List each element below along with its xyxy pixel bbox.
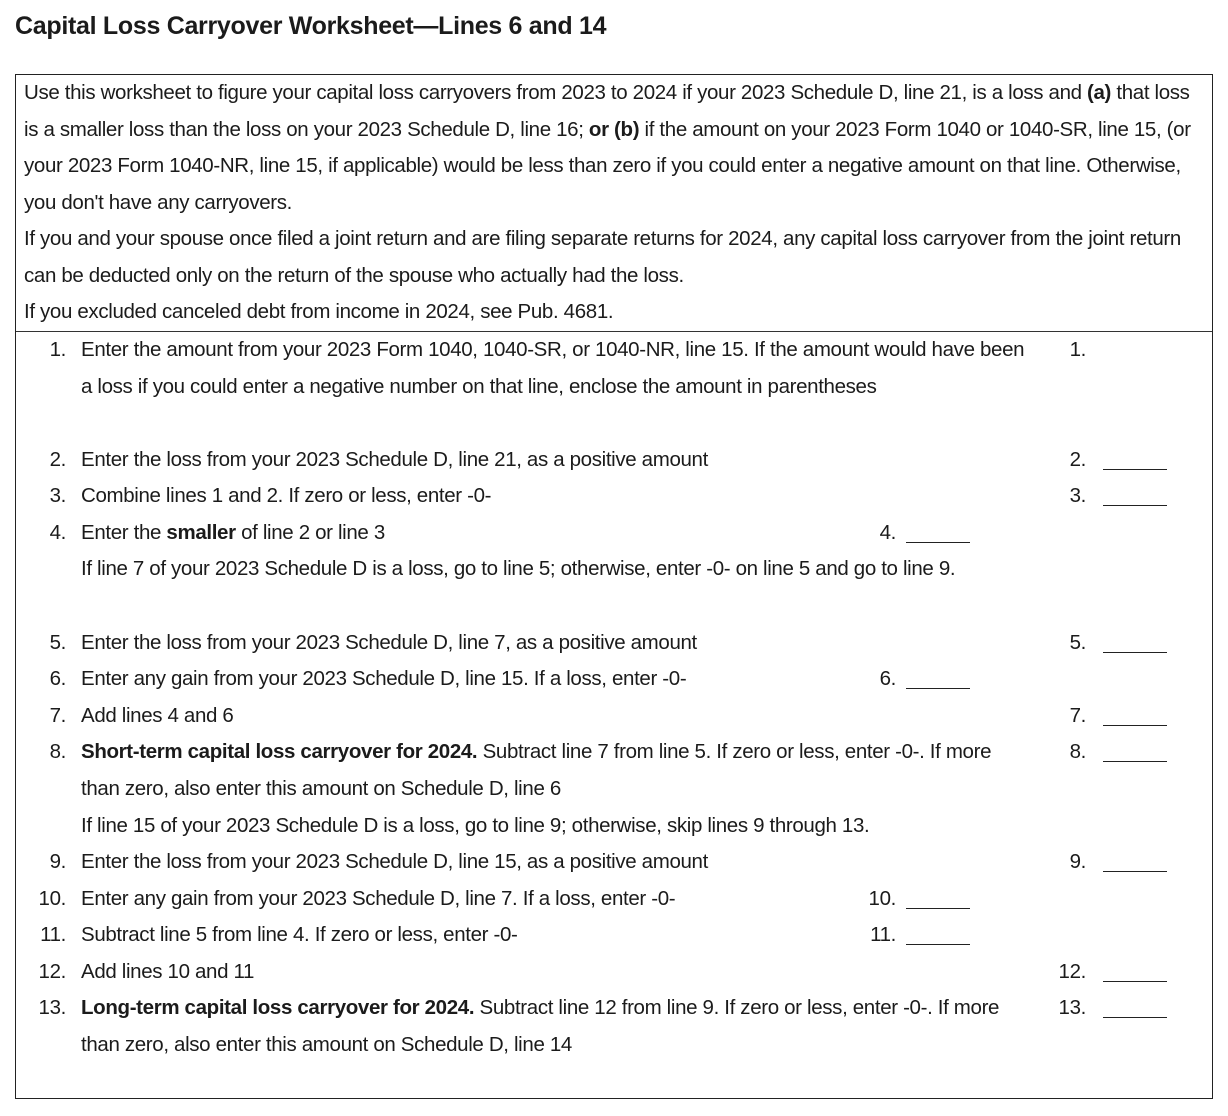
- intro-paragraph-canceled-debt: If you excluded canceled debt from incom…: [24, 300, 614, 323]
- line-12-ref: 12.: [1058, 960, 1087, 983]
- line-11-ref: 11.: [870, 923, 896, 946]
- line-7-entry-blank[interactable]: [1103, 725, 1167, 726]
- line-6-entry-blank[interactable]: [906, 688, 970, 689]
- line-8-ref: 8.: [1069, 740, 1087, 763]
- line-10-ref: 10.: [868, 887, 897, 910]
- line-4-entry-blank[interactable]: [906, 542, 970, 543]
- line-8-text: Short-term capital loss carryover for 20…: [81, 740, 992, 800]
- worksheet-title: Capital Loss Carryover Worksheet—Lines 6…: [15, 12, 607, 40]
- line-13-text: Long-term capital loss carryover for 202…: [81, 996, 1000, 1056]
- line-12-entry-blank[interactable]: [1103, 981, 1167, 982]
- line-3-ref: 3.: [1069, 484, 1087, 507]
- line-9-ref: 9.: [1069, 850, 1087, 873]
- line-13-entry-blank[interactable]: [1103, 1017, 1167, 1018]
- line-3-entry-blank[interactable]: [1103, 505, 1167, 506]
- line-12-text: Add lines 10 and 11: [81, 960, 255, 983]
- line-9-entry-blank[interactable]: [1103, 871, 1167, 872]
- line-1-ref: 1.: [1069, 338, 1087, 361]
- line-3-text: Combine lines 1 and 2. If zero or less, …: [81, 484, 492, 507]
- intro-paragraph-joint-return: If you and your spouse once filed a join…: [24, 227, 1181, 287]
- intro-paragraph-conditions: Use this worksheet to figure your capita…: [24, 81, 1191, 214]
- line-2-entry-blank[interactable]: [1103, 469, 1167, 470]
- worksheet-intro: Use this worksheet to figure your capita…: [24, 75, 1204, 331]
- line-5-text: Enter the loss from your 2023 Schedule D…: [81, 631, 697, 654]
- line-8-entry-blank[interactable]: [1103, 761, 1167, 762]
- line-7-text: Add lines 4 and 6: [81, 704, 234, 727]
- line-13-ref: 13.: [1058, 996, 1087, 1019]
- line-7-ref: 7.: [1069, 704, 1087, 727]
- line-6-ref: 6.: [879, 667, 897, 690]
- worksheet-box: Use this worksheet to figure your capita…: [15, 74, 1213, 1099]
- line-2-ref: 2.: [1069, 448, 1087, 471]
- line-5-entry-blank[interactable]: [1103, 652, 1167, 653]
- line-1-text: Enter the amount from your 2023 Form 104…: [81, 338, 1025, 398]
- line-4-ref: 4.: [879, 521, 897, 544]
- line-2-text: Enter the loss from your 2023 Schedule D…: [81, 448, 708, 471]
- line-11-entry-blank[interactable]: [906, 944, 970, 945]
- line-9-text: Enter the loss from your 2023 Schedule D…: [81, 850, 708, 873]
- line-5-ref: 5.: [1069, 631, 1087, 654]
- line-10-entry-blank[interactable]: [906, 908, 970, 909]
